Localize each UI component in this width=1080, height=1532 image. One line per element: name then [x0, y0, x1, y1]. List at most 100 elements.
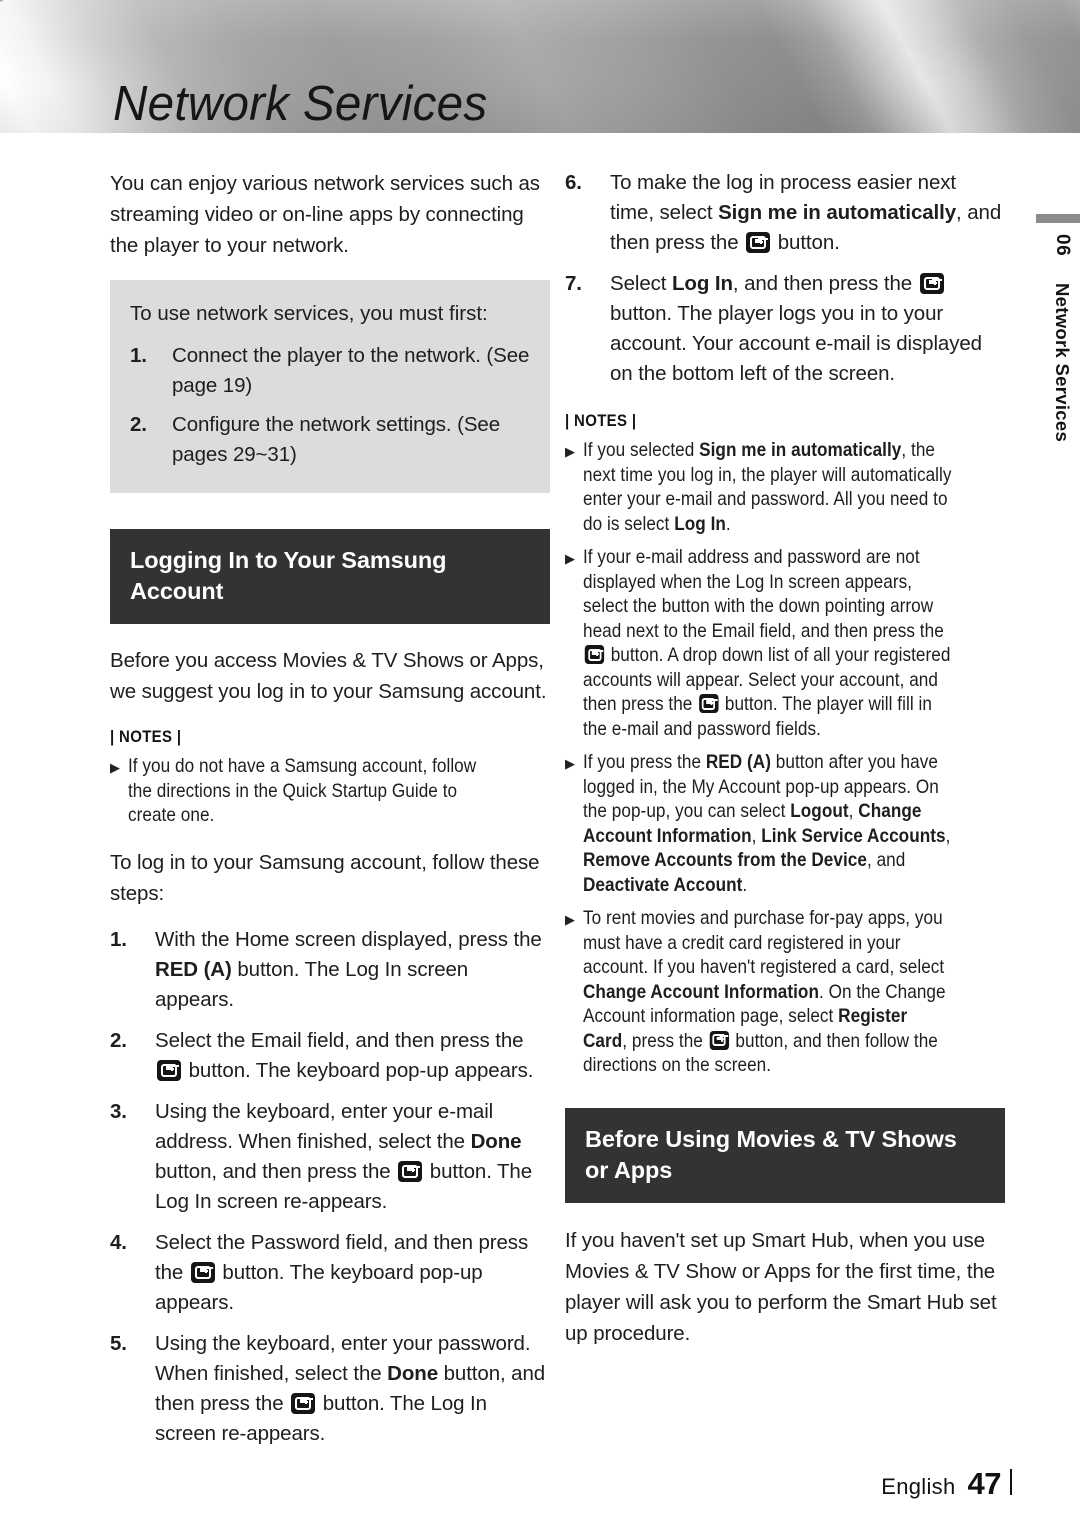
enter-button-icon: [190, 1261, 215, 1283]
step-text: Select Log In, and then press the button…: [610, 269, 1005, 389]
step-number: 6.: [565, 171, 582, 194]
note-text-part: ,: [945, 824, 951, 847]
note-text-part: If you selected: [583, 439, 700, 461]
list-item: 7. Select Log In, and then press the but…: [565, 269, 1005, 389]
enter-button-icon: [709, 1030, 729, 1050]
side-tab-text: 06 Network Services: [1052, 234, 1073, 443]
note-text-emphasis: Link Service Accounts: [761, 824, 946, 847]
step-number: 5.: [110, 1331, 127, 1355]
step-text: To make the log in process easier next t…: [610, 168, 1005, 258]
prerequisites-callout: To use network services, you must first:…: [110, 280, 550, 493]
step-text: With the Home screen displayed, press th…: [155, 925, 550, 1015]
list-item: 1. With the Home screen displayed, press…: [110, 925, 550, 1015]
footer-language: English: [881, 1474, 956, 1499]
enter-button-icon: [919, 273, 944, 294]
step-text-part: With the Home screen displayed, press th…: [155, 927, 542, 951]
notes-label: | NOTES |: [565, 411, 637, 430]
note-text-part: If you press the: [583, 751, 706, 773]
note-text-emphasis: Sign me in automatically: [699, 439, 902, 461]
note-bullet-icon: ▶: [565, 756, 575, 771]
step-number: 1.: [130, 344, 147, 367]
list-item: ▶ To rent movies and purchase for-pay ap…: [565, 906, 1005, 1078]
list-item: 6. To make the log in process easier nex…: [565, 168, 1005, 258]
note-text-emphasis: Change Account Information: [583, 980, 819, 1003]
note-text: If you selected Sign me in automatically…: [583, 438, 954, 536]
note-text-part: ,: [848, 800, 859, 822]
step-text-part: , and then press the: [732, 272, 918, 295]
note-text-part: If your e-mail address and password are …: [583, 546, 944, 642]
note-text-emphasis: Remove Accounts from the Device: [583, 849, 867, 871]
callout-step-list: 1. Connect the player to the network. (S…: [130, 341, 530, 470]
left-column: You can enjoy various network services s…: [110, 168, 550, 1449]
side-tab-bar: [1036, 214, 1080, 223]
notes-list-left: ▶ If you do not have a Samsung account, …: [110, 754, 550, 828]
step-text-emphasis: Done: [387, 1361, 438, 1385]
step-text-part: button. The keyboard pop-up appears.: [183, 1058, 534, 1082]
note-bullet-icon: ▶: [110, 760, 120, 775]
note-text: If you do not have a Samsung account, fo…: [128, 755, 477, 826]
login-step-list-continued: 6. To make the log in process easier nex…: [565, 168, 1005, 389]
note-bullet-icon: ▶: [565, 444, 575, 459]
step-text: Using the keyboard, enter your e-mail ad…: [155, 1097, 550, 1217]
step-text-part: Using the keyboard, enter your e-mail ad…: [155, 1099, 494, 1153]
list-item: 3. Using the keyboard, enter your e-mail…: [110, 1097, 550, 1217]
step-text: Configure the network settings. (See pag…: [172, 413, 500, 466]
step-text-part: Select the Email field, and then press t…: [155, 1028, 524, 1052]
step-text-part: button.: [772, 231, 840, 254]
callout-intro: To use network services, you must first:: [130, 302, 488, 325]
notes-label: | NOTES |: [110, 727, 182, 746]
list-item: 2. Select the Email field, and then pres…: [110, 1026, 550, 1086]
step-text-emphasis: RED (A): [155, 957, 232, 981]
note-text-part: .: [725, 512, 731, 535]
list-item: ▶ If your e-mail address and password ar…: [565, 545, 1005, 741]
step-number: 3.: [110, 1099, 127, 1123]
list-item: ▶ If you selected Sign me in automatical…: [565, 438, 1005, 536]
footer-page-number: 47: [967, 1466, 1002, 1501]
list-item: 1. Connect the player to the network. (S…: [130, 341, 530, 401]
step-text: Select the Password field, and then pres…: [155, 1228, 550, 1318]
step-text-emphasis: Sign me in automatically: [718, 201, 957, 224]
enter-button-icon: [157, 1059, 181, 1081]
step-text-emphasis: Log In: [671, 272, 733, 295]
page-header-banner: Network Services: [0, 0, 1080, 133]
side-tab-chapter-name: Network Services: [1052, 283, 1073, 443]
footer-rule: [1010, 1469, 1012, 1495]
step-text-emphasis: Done: [470, 1129, 522, 1153]
note-text-part: , and: [866, 849, 906, 871]
note-text-emphasis: Log In: [674, 512, 726, 535]
step-number: 2.: [110, 1028, 127, 1052]
step-text: Connect the player to the network. (See …: [172, 344, 530, 397]
list-item: ▶ If you do not have a Samsung account, …: [110, 754, 550, 828]
page-title: Network Services: [113, 77, 488, 131]
section-intro-paragraph: Before you access Movies & TV Shows or A…: [110, 649, 547, 703]
list-item: 4. Select the Password field, and then p…: [110, 1228, 550, 1318]
step-text-part: Select: [610, 272, 672, 295]
page-footer: English 47: [881, 1466, 1012, 1502]
note-bullet-icon: ▶: [565, 551, 575, 566]
step-text: Using the keyboard, enter your password.…: [155, 1329, 550, 1449]
step-number: 7.: [565, 272, 582, 295]
step-number: 2.: [130, 413, 147, 436]
step-text: Select the Email field, and then press t…: [155, 1026, 550, 1086]
note-text: If your e-mail address and password are …: [583, 545, 954, 741]
note-text-part: ,: [751, 824, 762, 847]
section-header-before-using: Before Using Movies & TV Shows or Apps: [565, 1107, 1005, 1203]
enter-button-icon: [698, 694, 719, 713]
steps-intro-paragraph: To log in to your Samsung account, follo…: [110, 850, 540, 905]
note-text-part: .: [742, 873, 748, 896]
note-text-emphasis: Deactivate Account: [583, 873, 743, 896]
section-header-logging-in: Logging In to Your Samsung Account: [110, 529, 550, 624]
chapter-side-tab: 06 Network Services: [1018, 214, 1080, 544]
enter-button-icon: [584, 645, 605, 664]
right-column: 6. To make the log in process easier nex…: [565, 168, 1005, 1349]
step-text-part: button, and then press the: [155, 1159, 397, 1183]
list-item: 5. Using the keyboard, enter your passwo…: [110, 1329, 550, 1449]
note-text: To rent movies and purchase for-pay apps…: [583, 906, 954, 1078]
intro-paragraph: You can enjoy various network services s…: [110, 172, 540, 257]
enter-button-icon: [398, 1160, 423, 1182]
before-using-body: If you haven't set up Smart Hub, when yo…: [565, 1228, 997, 1345]
side-tab-chapter-number: 06: [1052, 234, 1073, 257]
enter-button-icon: [291, 1392, 316, 1414]
step-text-part: button. The player logs you in to your a…: [610, 302, 982, 385]
step-number: 4.: [110, 1230, 127, 1254]
